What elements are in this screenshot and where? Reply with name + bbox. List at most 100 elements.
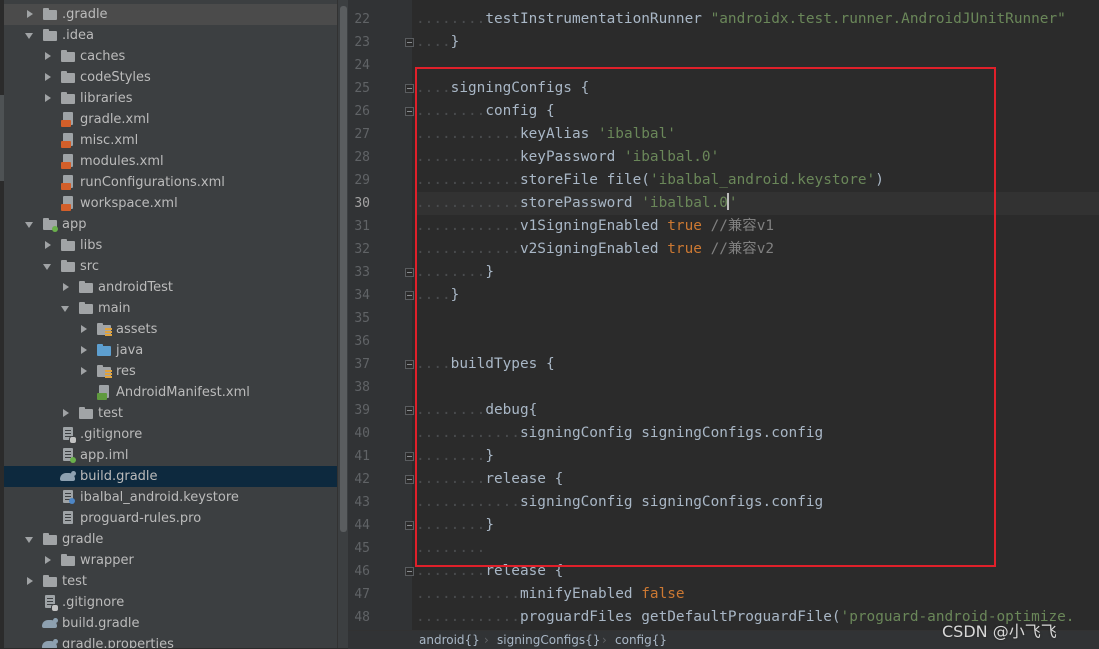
code-line[interactable] bbox=[416, 376, 1099, 399]
fold-toggle-icon[interactable] bbox=[405, 360, 414, 369]
code-token-keyword: true bbox=[667, 218, 702, 234]
tree-row[interactable]: app bbox=[4, 214, 337, 235]
chevron-right-icon[interactable] bbox=[42, 550, 54, 571]
chevron-right-icon[interactable] bbox=[42, 67, 54, 88]
line-number: 36 bbox=[354, 334, 370, 349]
code-line[interactable]: ........debug{ bbox=[416, 399, 1099, 422]
tree-row[interactable]: java bbox=[4, 340, 337, 361]
fold-toggle-icon[interactable] bbox=[405, 567, 414, 576]
chevron-down-icon[interactable] bbox=[24, 25, 36, 46]
chevron-right-icon[interactable] bbox=[60, 277, 72, 298]
tree-row[interactable]: wrapper bbox=[4, 550, 337, 571]
chevron-down-icon[interactable] bbox=[24, 529, 36, 550]
tree-scrollbar-thumb[interactable] bbox=[340, 6, 347, 532]
chevron-down-icon[interactable] bbox=[42, 256, 54, 277]
tree-row[interactable]: build.gradle bbox=[4, 466, 337, 487]
code-line[interactable]: ........release { bbox=[416, 560, 1099, 583]
code-line[interactable]: ............storeFile file('ibalbal_andr… bbox=[416, 169, 1099, 192]
code-line[interactable]: ........} bbox=[416, 445, 1099, 468]
chevron-down-icon[interactable] bbox=[24, 214, 36, 235]
tree-row[interactable]: runConfigurations.xml bbox=[4, 172, 337, 193]
fold-toggle-icon[interactable] bbox=[405, 107, 414, 116]
code-line[interactable]: ........release { bbox=[416, 468, 1099, 491]
code-token-string: 'ibalbal.0 bbox=[641, 195, 728, 211]
code-line[interactable]: ............signingConfig signingConfigs… bbox=[416, 491, 1099, 514]
tree-row[interactable]: app.iml bbox=[4, 445, 337, 466]
chevron-right-icon[interactable] bbox=[24, 571, 36, 592]
tree-row[interactable]: workspace.xml bbox=[4, 193, 337, 214]
tree-row[interactable]: .idea bbox=[4, 25, 337, 46]
code-token-string: 'ibalbal' bbox=[597, 126, 676, 142]
tree-row[interactable]: src bbox=[4, 256, 337, 277]
chevron-down-icon[interactable] bbox=[60, 298, 72, 319]
tree-row[interactable]: .gitignore bbox=[4, 592, 337, 613]
code-editor[interactable]: 22 23 24 25 26 27 28 29 30 31 32 33 34 35 36 37 38 39 40 41… bbox=[348, 0, 1099, 630]
tree-row-label: gradle.properties bbox=[62, 637, 174, 648]
fold-toggle-icon[interactable] bbox=[405, 268, 414, 277]
tree-row[interactable]: test bbox=[4, 403, 337, 424]
breadcrumb-item[interactable]: config{} bbox=[615, 631, 667, 649]
chevron-right-icon[interactable] bbox=[60, 403, 72, 424]
breadcrumb-item[interactable]: android{} bbox=[419, 631, 480, 649]
code-line[interactable]: ........config { bbox=[416, 100, 1099, 123]
tree-row[interactable]: test bbox=[4, 571, 337, 592]
code-line[interactable]: ....} bbox=[416, 31, 1099, 54]
chevron-right-icon[interactable] bbox=[78, 319, 90, 340]
code-line[interactable]: ....} bbox=[416, 284, 1099, 307]
tree-row[interactable]: modules.xml bbox=[4, 151, 337, 172]
tree-row[interactable]: assets bbox=[4, 319, 337, 340]
tree-row[interactable]: androidTest bbox=[4, 277, 337, 298]
tree-row[interactable]: .gitignore bbox=[4, 424, 337, 445]
tree-row[interactable]: main bbox=[4, 298, 337, 319]
code-line[interactable]: ............v1SigningEnabled true //兼容v1 bbox=[416, 215, 1099, 238]
tree-row[interactable]: libraries bbox=[4, 88, 337, 109]
breadcrumb-item[interactable]: signingConfigs{} bbox=[497, 631, 600, 649]
code-line[interactable]: ............keyAlias 'ibalbal' bbox=[416, 123, 1099, 146]
fold-toggle-icon[interactable] bbox=[405, 38, 414, 47]
code-line[interactable] bbox=[416, 330, 1099, 353]
fold-toggle-icon[interactable] bbox=[405, 291, 414, 300]
tree-row-label: codeStyles bbox=[80, 70, 151, 85]
fold-toggle-icon[interactable] bbox=[405, 452, 414, 461]
xml-file-icon bbox=[60, 196, 76, 211]
fold-toggle-icon[interactable] bbox=[405, 521, 414, 530]
code-token-string: ' bbox=[728, 195, 738, 211]
tree-row[interactable]: res bbox=[4, 361, 337, 382]
code-line[interactable]: ............minifyEnabled false bbox=[416, 583, 1099, 606]
chevron-right-icon[interactable] bbox=[78, 361, 90, 382]
chevron-right-icon[interactable] bbox=[42, 235, 54, 256]
code-line[interactable] bbox=[416, 54, 1099, 77]
tree-row[interactable]: gradle bbox=[4, 529, 337, 550]
tree-row[interactable]: ibalbal_android.keystore bbox=[4, 487, 337, 508]
code-line[interactable] bbox=[416, 307, 1099, 330]
tree-row[interactable]: codeStyles bbox=[4, 67, 337, 88]
code-line[interactable]: ............storePassword 'ibalbal.0' bbox=[416, 192, 1099, 215]
tree-row[interactable]: gradle.xml bbox=[4, 109, 337, 130]
code-line[interactable]: ........ bbox=[416, 537, 1099, 560]
chevron-right-icon[interactable] bbox=[42, 88, 54, 109]
tree-row[interactable]: build.gradle bbox=[4, 613, 337, 634]
line-number: 48 bbox=[354, 610, 370, 625]
code-line[interactable]: ....buildTypes { bbox=[416, 353, 1099, 376]
chevron-right-icon[interactable] bbox=[24, 4, 36, 25]
fold-toggle-icon[interactable] bbox=[405, 406, 414, 415]
tree-row[interactable]: AndroidManifest.xml bbox=[4, 382, 337, 403]
tree-row[interactable]: proguard-rules.pro bbox=[4, 508, 337, 529]
tree-row[interactable]: caches bbox=[4, 46, 337, 67]
code-line[interactable]: ........testInstrumentationRunner "andro… bbox=[416, 8, 1099, 31]
chevron-right-icon[interactable] bbox=[42, 46, 54, 67]
tree-row[interactable]: misc.xml bbox=[4, 130, 337, 151]
code-line[interactable]: ............signingConfig signingConfigs… bbox=[416, 422, 1099, 445]
code-line[interactable]: ............v2SigningEnabled true //兼容v2 bbox=[416, 238, 1099, 261]
code-line[interactable]: ............keyPassword 'ibalbal.0' bbox=[416, 146, 1099, 169]
code-line[interactable]: ........} bbox=[416, 514, 1099, 537]
tree-row-label: main bbox=[98, 301, 131, 316]
fold-toggle-icon[interactable] bbox=[405, 84, 414, 93]
code-line[interactable]: ....signingConfigs { bbox=[416, 77, 1099, 100]
code-line[interactable]: ........} bbox=[416, 261, 1099, 284]
fold-toggle-icon[interactable] bbox=[405, 475, 414, 484]
tree-row[interactable]: gradle.properties bbox=[4, 634, 337, 648]
tree-row[interactable]: .gradle bbox=[4, 4, 337, 25]
chevron-right-icon[interactable] bbox=[78, 340, 90, 361]
tree-row[interactable]: libs bbox=[4, 235, 337, 256]
